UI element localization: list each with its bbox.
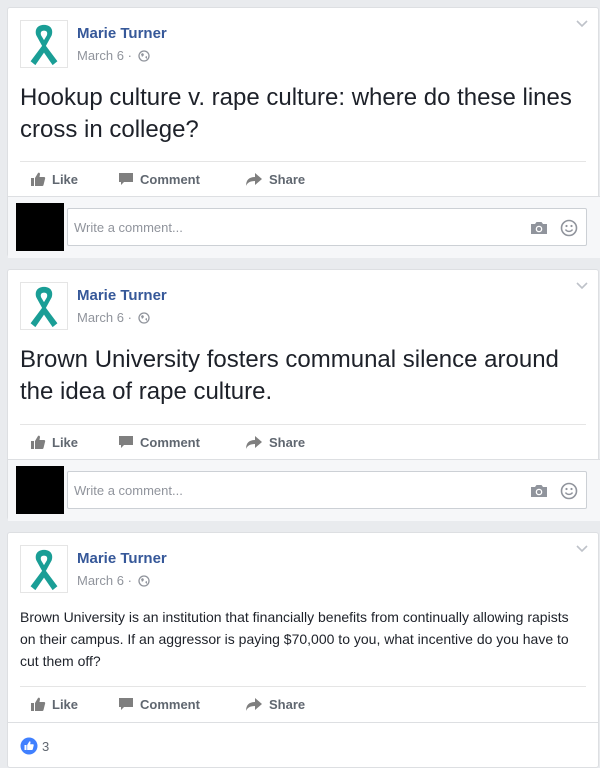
divider bbox=[20, 161, 586, 162]
comment-icon bbox=[118, 434, 134, 450]
share-button[interactable]: Share bbox=[245, 163, 305, 195]
post-date[interactable]: March 6 bbox=[77, 310, 124, 325]
post-actions: Like Comment Share bbox=[20, 426, 580, 458]
like-label: Like bbox=[52, 171, 79, 187]
chevron-down-icon[interactable] bbox=[576, 545, 588, 553]
divider bbox=[20, 686, 586, 687]
chevron-down-icon[interactable] bbox=[576, 282, 588, 290]
viewer-avatar bbox=[16, 203, 64, 251]
meta-separator: · bbox=[127, 310, 132, 325]
smiley-icon[interactable] bbox=[560, 219, 578, 237]
globe-icon[interactable] bbox=[138, 575, 150, 587]
post-date[interactable]: March 6 bbox=[77, 573, 124, 588]
thumbs-up-icon bbox=[30, 696, 46, 712]
comment-button[interactable]: Comment bbox=[118, 163, 200, 195]
thumbs-up-icon bbox=[30, 434, 46, 450]
share-label: Share bbox=[269, 696, 306, 712]
post-text: Brown University is an institution that … bbox=[20, 609, 569, 669]
globe-icon[interactable] bbox=[138, 50, 150, 62]
comment-placeholder: Write a comment... bbox=[74, 482, 183, 498]
comment-button[interactable]: Comment bbox=[118, 426, 200, 458]
post-card: Marie Turner March 6 · Brown University … bbox=[7, 532, 599, 768]
comment-composer: Write a comment... bbox=[8, 459, 600, 521]
post-meta: March 6 · bbox=[77, 48, 150, 63]
comment-label: Comment bbox=[140, 434, 200, 450]
comment-label: Comment bbox=[140, 171, 200, 187]
comment-tools bbox=[530, 219, 578, 237]
reaction-summary[interactable]: 3 bbox=[20, 731, 49, 761]
share-button[interactable]: Share bbox=[245, 426, 305, 458]
like-button[interactable]: Like bbox=[30, 163, 78, 195]
post-text: Hookup culture v. rape culture: where do… bbox=[20, 84, 572, 143]
share-icon bbox=[245, 434, 263, 450]
share-button[interactable]: Share bbox=[245, 688, 305, 720]
author-name[interactable]: Marie Turner bbox=[77, 550, 167, 567]
meta-separator: · bbox=[127, 48, 132, 63]
comment-icon bbox=[118, 696, 134, 712]
author-avatar[interactable] bbox=[20, 20, 68, 68]
post-meta: March 6 · bbox=[77, 310, 150, 325]
like-label: Like bbox=[52, 434, 79, 450]
post-text: Brown University fosters communal silenc… bbox=[20, 346, 559, 405]
camera-icon[interactable] bbox=[530, 221, 548, 235]
post-actions: Like Comment Share bbox=[20, 688, 580, 720]
post-header: Marie Turner March 6 · bbox=[20, 545, 580, 595]
smiley-icon[interactable] bbox=[560, 482, 578, 500]
divider bbox=[20, 424, 586, 425]
like-badge-icon bbox=[20, 737, 38, 755]
comment-placeholder: Write a comment... bbox=[74, 219, 183, 235]
like-button[interactable]: Like bbox=[30, 426, 78, 458]
comment-input[interactable]: Write a comment... bbox=[67, 471, 587, 509]
post-meta: March 6 · bbox=[77, 573, 150, 588]
like-count: 3 bbox=[42, 738, 50, 754]
share-label: Share bbox=[269, 434, 306, 450]
meta-separator: · bbox=[127, 573, 132, 588]
globe-icon[interactable] bbox=[138, 312, 150, 324]
chevron-down-icon[interactable] bbox=[576, 20, 588, 28]
post-card: Marie Turner March 6 · Brown University … bbox=[7, 269, 600, 521]
comment-button[interactable]: Comment bbox=[118, 688, 200, 720]
comment-label: Comment bbox=[140, 696, 200, 712]
post-header: Marie Turner March 6 · bbox=[20, 20, 580, 70]
post-header: Marie Turner March 6 · bbox=[20, 282, 580, 332]
share-icon bbox=[245, 696, 263, 712]
author-name[interactable]: Marie Turner bbox=[77, 287, 167, 304]
post-date[interactable]: March 6 bbox=[77, 48, 124, 63]
awareness-ribbon-icon bbox=[21, 21, 67, 67]
awareness-ribbon-icon bbox=[21, 546, 67, 592]
share-label: Share bbox=[269, 171, 306, 187]
post-actions: Like Comment Share bbox=[20, 163, 580, 195]
comment-tools bbox=[530, 482, 578, 500]
author-name[interactable]: Marie Turner bbox=[77, 25, 167, 42]
awareness-ribbon-icon bbox=[21, 283, 67, 329]
share-icon bbox=[245, 171, 263, 187]
comment-composer: Write a comment... bbox=[8, 196, 600, 258]
comment-icon bbox=[118, 171, 134, 187]
like-label: Like bbox=[52, 696, 79, 712]
camera-icon[interactable] bbox=[530, 484, 548, 498]
like-button[interactable]: Like bbox=[30, 688, 78, 720]
viewer-avatar bbox=[16, 466, 64, 514]
comment-input[interactable]: Write a comment... bbox=[67, 208, 587, 246]
divider bbox=[8, 722, 598, 723]
author-avatar[interactable] bbox=[20, 282, 68, 330]
post-card: Marie Turner March 6 · Hookup culture v.… bbox=[7, 7, 600, 258]
thumbs-up-icon bbox=[30, 171, 46, 187]
author-avatar[interactable] bbox=[20, 545, 68, 593]
